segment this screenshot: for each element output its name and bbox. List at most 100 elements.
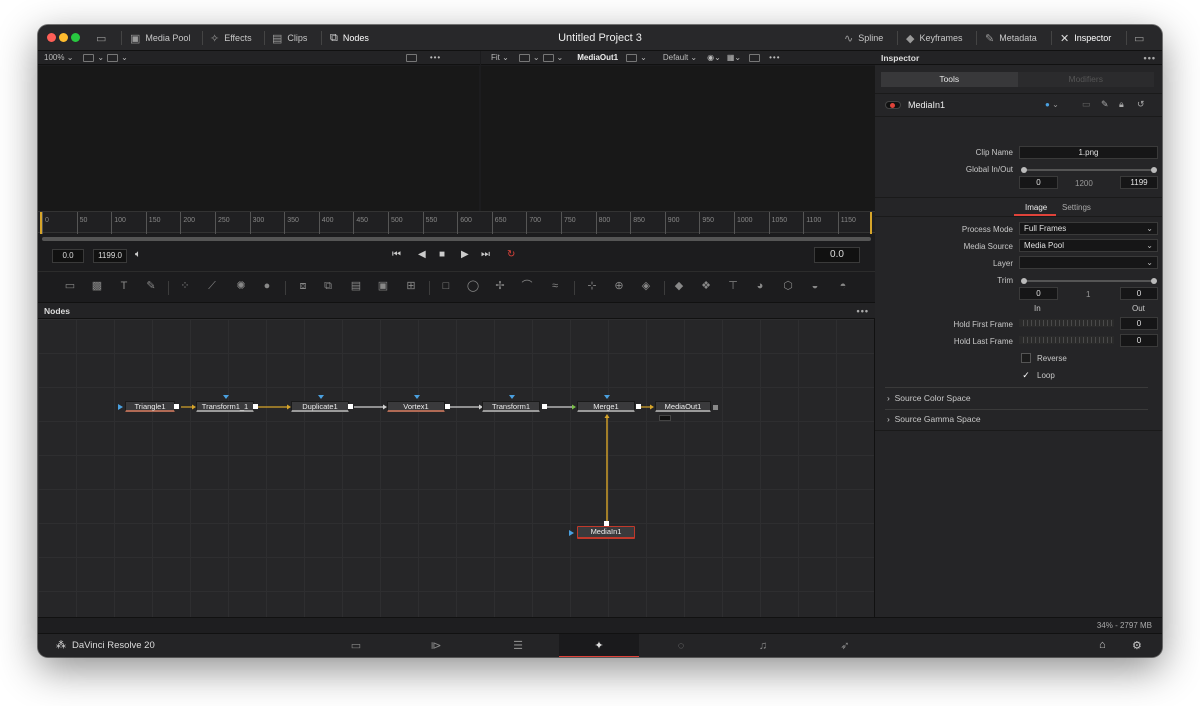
- loop-icon[interactable]: ↻: [507, 249, 515, 260]
- light-3d-tool-icon[interactable]: ◓: [836, 280, 850, 293]
- global-in-field[interactable]: 0: [1019, 176, 1058, 189]
- speaker-icon[interactable]: 🔈︎: [135, 249, 141, 260]
- node-mediain1[interactable]: MediaIn1: [577, 526, 635, 539]
- nodes-more-icon[interactable]: •••: [857, 303, 869, 319]
- hold-first-frame-slider[interactable]: [1019, 319, 1114, 327]
- gear-icon[interactable]: ⚙︎: [1132, 639, 1142, 652]
- roi-button[interactable]: [107, 53, 119, 62]
- layer-select[interactable]: ⌄: [1019, 256, 1158, 269]
- particles-tool-icon[interactable]: ⁘: [178, 280, 192, 293]
- subtab-settings[interactable]: Settings: [1062, 203, 1091, 212]
- tracker-tool-icon[interactable]: ⊹: [585, 280, 599, 293]
- render-end-field[interactable]: 1199.0: [93, 249, 127, 263]
- single-view-button[interactable]: [405, 53, 417, 62]
- subtab-image[interactable]: Image: [1025, 203, 1047, 212]
- global-out-field[interactable]: 1199: [1120, 176, 1158, 189]
- nodes-button[interactable]: ⧉ Nodes: [330, 25, 369, 51]
- paint-tool-icon[interactable]: ✎: [144, 280, 158, 293]
- color-curves-tool-icon[interactable]: ⟋: [205, 280, 219, 293]
- camera-3d-tool-icon[interactable]: ◒: [808, 280, 822, 293]
- output-port[interactable]: [713, 405, 718, 410]
- merge-3d-tool-icon[interactable]: ⊤: [726, 280, 740, 293]
- wave-mask-icon[interactable]: ≈: [548, 280, 562, 293]
- node-editor[interactable]: Triangle1 Transform1_1 Duplicate1 Vortex…: [38, 319, 875, 617]
- planar-tracker-tool-icon[interactable]: ⊕: [612, 280, 626, 293]
- output-options-button[interactable]: [626, 53, 638, 62]
- node-merge1[interactable]: Merge1: [577, 401, 635, 412]
- slider-out-handle[interactable]: [1151, 278, 1157, 284]
- fast-noise-tool-icon[interactable]: ▩: [90, 280, 104, 293]
- play-reverse-button[interactable]: ◀︎: [418, 249, 426, 260]
- trim-in-field[interactable]: 0: [1019, 287, 1058, 300]
- page-fusion[interactable]: ✦: [559, 634, 639, 657]
- go-to-start-button[interactable]: ⏮︎: [392, 249, 401, 260]
- single-view-button-2[interactable]: [749, 53, 761, 62]
- ellipse-mask-icon[interactable]: ◯: [466, 280, 480, 293]
- merge-tool-icon[interactable]: ⊞: [404, 280, 418, 293]
- tool-enable-toggle[interactable]: [885, 101, 901, 109]
- text-3d-tool-icon[interactable]: ❖: [699, 280, 713, 293]
- media-source-select[interactable]: Media Pool ⌄: [1019, 239, 1158, 252]
- page-edit[interactable]: ☰: [478, 634, 558, 657]
- page-fairlight[interactable]: ♫: [723, 634, 803, 657]
- camera-tracker-tool-icon[interactable]: ◈: [639, 280, 653, 293]
- output-port[interactable]: [636, 404, 641, 409]
- resize-tool-icon[interactable]: ▣: [376, 280, 390, 293]
- sharpen-tool-icon[interactable]: ▤: [349, 280, 363, 293]
- version-icon[interactable]: ▭: [1082, 99, 1091, 110]
- output-port[interactable]: [542, 404, 547, 409]
- color-icon[interactable]: ◉⌄: [707, 53, 721, 62]
- clips-button[interactable]: ▤ Clips: [272, 25, 307, 51]
- source-gamma-space-section[interactable]: › Source Gamma Space: [887, 414, 981, 424]
- hold-first-frame-field[interactable]: 0: [1120, 317, 1158, 330]
- reset-icon[interactable]: ↺: [1137, 99, 1145, 110]
- text-tool-icon[interactable]: T: [117, 280, 131, 293]
- media-pool-button[interactable]: ▣ Media Pool: [130, 25, 190, 51]
- viewer-zoom-select[interactable]: 100% ⌄: [44, 53, 73, 62]
- page-color[interactable]: ◌: [641, 634, 721, 657]
- pin-icon[interactable]: ✎: [1101, 99, 1109, 110]
- effects-button[interactable]: ✧ Effects: [210, 25, 252, 51]
- keyframes-button[interactable]: ◆ Keyframes: [906, 25, 962, 51]
- image-plane-tool-icon[interactable]: ⬡: [781, 280, 795, 293]
- node-duplicate1[interactable]: Duplicate1: [291, 401, 349, 412]
- node-transform1-1[interactable]: Transform1_1: [196, 401, 254, 412]
- renderer-3d-tool-icon[interactable]: ◕: [753, 280, 767, 293]
- node-vortex1[interactable]: Vortex1: [387, 401, 445, 412]
- slider-out-handle[interactable]: [1151, 167, 1157, 173]
- page-cut[interactable]: ⧐: [396, 634, 476, 657]
- view-options-button-2[interactable]: [518, 53, 530, 62]
- minimize-window-button[interactable]: [59, 33, 68, 42]
- page-deliver[interactable]: ➶: [805, 634, 885, 657]
- blur-tool-icon[interactable]: ⧈: [296, 280, 310, 293]
- background-tool-icon[interactable]: ▭: [63, 280, 77, 293]
- home-icon[interactable]: ⌂: [1099, 639, 1106, 651]
- trim-out-field[interactable]: 0: [1120, 287, 1158, 300]
- metadata-button[interactable]: ✎ Metadata: [985, 25, 1037, 51]
- right-viewer[interactable]: [481, 66, 875, 211]
- time-ruler[interactable]: 0 50 100 150 200 250 300 350 400 450 500 550 600 650 7…: [38, 211, 875, 234]
- trim-slider[interactable]: [1021, 278, 1157, 284]
- monitor-toggle-button[interactable]: ▭: [96, 25, 106, 51]
- render-start-field[interactable]: 0.0: [52, 249, 84, 263]
- node-triangle1[interactable]: Triangle1: [125, 401, 175, 412]
- slider-in-handle[interactable]: [1021, 167, 1027, 173]
- slider-in-handle[interactable]: [1021, 278, 1027, 284]
- loop-checkbox[interactable]: ✓: [1021, 370, 1031, 380]
- color-corrector-tool-icon[interactable]: ●: [260, 280, 274, 293]
- render-end-marker[interactable]: [870, 212, 872, 234]
- full-screen-button[interactable]: ▭: [1134, 25, 1144, 51]
- brightness-contrast-tool-icon[interactable]: ✺: [234, 280, 248, 293]
- roi-button-2[interactable]: [542, 53, 554, 62]
- clip-name-field[interactable]: 1.png: [1019, 146, 1158, 159]
- inspector-more-icon[interactable]: •••: [1144, 51, 1156, 65]
- lock-icon[interactable]: 🔒︎: [1119, 99, 1124, 110]
- page-media[interactable]: ▭: [316, 634, 396, 657]
- view-options-button[interactable]: [83, 53, 95, 62]
- go-to-end-button[interactable]: ⏭︎: [481, 249, 490, 260]
- time-scrubber[interactable]: [42, 237, 871, 241]
- global-in-out-slider[interactable]: [1021, 167, 1157, 173]
- polygon-mask-icon[interactable]: ✢: [493, 280, 507, 293]
- spline-button[interactable]: ∿ Spline: [844, 25, 883, 51]
- source-color-space-section[interactable]: › Source Color Space: [887, 393, 971, 403]
